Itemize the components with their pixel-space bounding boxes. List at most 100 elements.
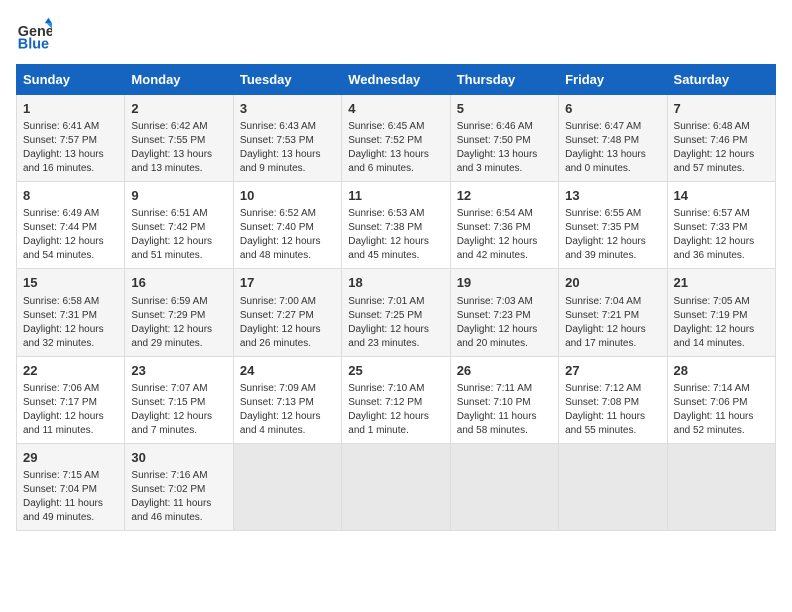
day-number: 28 <box>674 362 769 380</box>
day-info: Sunrise: 7:04 AM Sunset: 7:21 PM Dayligh… <box>565 295 660 351</box>
day-number: 15 <box>23 274 118 292</box>
calendar-cell: 5Sunrise: 6:46 AM Sunset: 7:50 PM Daylig… <box>450 95 558 182</box>
col-header-saturday: Saturday <box>667 65 775 95</box>
day-number: 2 <box>131 100 226 118</box>
day-info: Sunrise: 7:09 AM Sunset: 7:13 PM Dayligh… <box>240 382 335 438</box>
calendar-cell: 14 Sunrise: 6:57 AM Sunset: 7:33 PM Dayli… <box>667 182 775 269</box>
day-info: Sunrise: 7:12 AM Sunset: 7:08 PM Dayligh… <box>565 382 660 438</box>
day-info: Sunrise: 6:41 AM Sunset: 7:57 PM Dayligh… <box>23 120 118 176</box>
day-info: Sunrise: 6:49 AM Sunset: 7:44 PM Dayligh… <box>23 207 118 263</box>
logo-icon: General Blue <box>16 16 52 52</box>
day-number: 4 <box>348 100 443 118</box>
calendar-cell: 1 Sunrise: 6:41 AM Sunset: 7:57 PM Daylig… <box>17 95 125 182</box>
day-info: Sunrise: 6:52 AM Sunset: 7:40 PM Dayligh… <box>240 207 335 263</box>
calendar-cell: 26Sunrise: 7:11 AM Sunset: 7:10 PM Dayli… <box>450 356 558 443</box>
day-info: Sunrise: 6:42 AM Sunset: 7:55 PM Dayligh… <box>131 120 226 176</box>
day-info: Sunrise: 7:15 AM Sunset: 7:04 PM Dayligh… <box>23 469 118 525</box>
calendar-cell: 23 Sunrise: 7:07 AM Sunset: 7:15 PM Dayli… <box>125 356 233 443</box>
day-info: Sunrise: 6:55 AM Sunset: 7:35 PM Dayligh… <box>565 207 660 263</box>
calendar-cell: 6 Sunrise: 6:47 AM Sunset: 7:48 PM Daylig… <box>559 95 667 182</box>
day-info: Sunrise: 6:54 AM Sunset: 7:36 PM Dayligh… <box>457 207 552 263</box>
calendar-cell: 13 Sunrise: 6:55 AM Sunset: 7:35 PM Dayli… <box>559 182 667 269</box>
day-number: 29 <box>23 449 118 467</box>
day-info: Sunrise: 7:16 AM Sunset: 7:02 PM Dayligh… <box>131 469 226 525</box>
day-info: Sunrise: 6:58 AM Sunset: 7:31 PM Dayligh… <box>23 295 118 351</box>
day-number: 5 <box>457 100 552 118</box>
day-number: 1 <box>23 100 118 118</box>
calendar-cell: 3 Sunrise: 6:43 AM Sunset: 7:53 PM Daylig… <box>233 95 341 182</box>
calendar-cell: 10 Sunrise: 6:52 AM Sunset: 7:40 PM Dayli… <box>233 182 341 269</box>
day-number: 14 <box>674 187 769 205</box>
day-info: Sunrise: 7:05 AM Sunset: 7:19 PM Dayligh… <box>674 295 769 351</box>
calendar-cell <box>450 443 558 530</box>
day-number: 25 <box>348 362 443 380</box>
day-info: Sunrise: 7:10 AM Sunset: 7:12 PM Dayligh… <box>348 382 443 438</box>
day-number: 27 <box>565 362 660 380</box>
day-number: 17 <box>240 274 335 292</box>
day-info: Sunrise: 6:43 AM Sunset: 7:53 PM Dayligh… <box>240 120 335 176</box>
day-number: 10 <box>240 187 335 205</box>
day-info: Sunrise: 6:47 AM Sunset: 7:48 PM Dayligh… <box>565 120 660 176</box>
col-header-tuesday: Tuesday <box>233 65 341 95</box>
page-header: General Blue <box>16 16 776 52</box>
day-number: 9 <box>131 187 226 205</box>
day-number: 16 <box>131 274 226 292</box>
day-number: 30 <box>131 449 226 467</box>
day-number: 11 <box>348 187 443 205</box>
day-number: 26 <box>457 362 552 380</box>
calendar-cell: 28 Sunrise: 7:14 AM Sunset: 7:06 PM Dayli… <box>667 356 775 443</box>
calendar-cell: 9 Sunrise: 6:51 AM Sunset: 7:42 PM Daylig… <box>125 182 233 269</box>
calendar-cell: 7 Sunrise: 6:48 AM Sunset: 7:46 PM Daylig… <box>667 95 775 182</box>
calendar-cell: 12 Sunrise: 6:54 AM Sunset: 7:36 PM Dayli… <box>450 182 558 269</box>
calendar-cell: 4Sunrise: 6:45 AM Sunset: 7:52 PM Daylig… <box>342 95 450 182</box>
day-number: 3 <box>240 100 335 118</box>
day-info: Sunrise: 6:59 AM Sunset: 7:29 PM Dayligh… <box>131 295 226 351</box>
col-header-sunday: Sunday <box>17 65 125 95</box>
calendar-cell: 16 Sunrise: 6:59 AM Sunset: 7:29 PM Dayli… <box>125 269 233 356</box>
day-number: 6 <box>565 100 660 118</box>
calendar-cell: 2 Sunrise: 6:42 AM Sunset: 7:55 PM Daylig… <box>125 95 233 182</box>
calendar-week-2: 8 Sunrise: 6:49 AM Sunset: 7:44 PM Daylig… <box>17 182 776 269</box>
day-info: Sunrise: 7:07 AM Sunset: 7:15 PM Dayligh… <box>131 382 226 438</box>
day-info: Sunrise: 6:57 AM Sunset: 7:33 PM Dayligh… <box>674 207 769 263</box>
calendar-week-5: 29 Sunrise: 7:15 AM Sunset: 7:04 PM Dayli… <box>17 443 776 530</box>
day-number: 19 <box>457 274 552 292</box>
col-header-monday: Monday <box>125 65 233 95</box>
day-info: Sunrise: 7:14 AM Sunset: 7:06 PM Dayligh… <box>674 382 769 438</box>
day-number: 23 <box>131 362 226 380</box>
day-number: 18 <box>348 274 443 292</box>
calendar-cell: 21Sunrise: 7:05 AM Sunset: 7:19 PM Dayli… <box>667 269 775 356</box>
col-header-thursday: Thursday <box>450 65 558 95</box>
calendar-week-4: 22Sunrise: 7:06 AM Sunset: 7:17 PM Dayli… <box>17 356 776 443</box>
calendar-cell: 25 Sunrise: 7:10 AM Sunset: 7:12 PM Dayli… <box>342 356 450 443</box>
col-header-friday: Friday <box>559 65 667 95</box>
calendar-cell <box>342 443 450 530</box>
day-info: Sunrise: 6:48 AM Sunset: 7:46 PM Dayligh… <box>674 120 769 176</box>
calendar-header: SundayMondayTuesdayWednesdayThursdayFrid… <box>17 65 776 95</box>
calendar-cell: 30 Sunrise: 7:16 AM Sunset: 7:02 PM Dayli… <box>125 443 233 530</box>
calendar-cell <box>233 443 341 530</box>
day-info: Sunrise: 6:53 AM Sunset: 7:38 PM Dayligh… <box>348 207 443 263</box>
calendar-cell: 22Sunrise: 7:06 AM Sunset: 7:17 PM Dayli… <box>17 356 125 443</box>
calendar-cell: 15 Sunrise: 6:58 AM Sunset: 7:31 PM Dayli… <box>17 269 125 356</box>
svg-text:Blue: Blue <box>18 36 49 52</box>
day-number: 7 <box>674 100 769 118</box>
day-number: 24 <box>240 362 335 380</box>
day-number: 8 <box>23 187 118 205</box>
calendar-cell: 19Sunrise: 7:03 AM Sunset: 7:23 PM Dayli… <box>450 269 558 356</box>
calendar-cell: 20Sunrise: 7:04 AM Sunset: 7:21 PM Dayli… <box>559 269 667 356</box>
calendar-cell: 18Sunrise: 7:01 AM Sunset: 7:25 PM Dayli… <box>342 269 450 356</box>
day-number: 13 <box>565 187 660 205</box>
calendar-cell: 17Sunrise: 7:00 AM Sunset: 7:27 PM Dayli… <box>233 269 341 356</box>
day-info: Sunrise: 6:51 AM Sunset: 7:42 PM Dayligh… <box>131 207 226 263</box>
day-number: 22 <box>23 362 118 380</box>
day-number: 12 <box>457 187 552 205</box>
calendar-cell: 29 Sunrise: 7:15 AM Sunset: 7:04 PM Dayli… <box>17 443 125 530</box>
calendar-cell: 27 Sunrise: 7:12 AM Sunset: 7:08 PM Dayli… <box>559 356 667 443</box>
calendar-cell <box>559 443 667 530</box>
col-header-wednesday: Wednesday <box>342 65 450 95</box>
calendar-table: SundayMondayTuesdayWednesdayThursdayFrid… <box>16 64 776 531</box>
calendar-cell <box>667 443 775 530</box>
calendar-week-3: 15 Sunrise: 6:58 AM Sunset: 7:31 PM Dayli… <box>17 269 776 356</box>
calendar-body: 1 Sunrise: 6:41 AM Sunset: 7:57 PM Daylig… <box>17 95 776 531</box>
